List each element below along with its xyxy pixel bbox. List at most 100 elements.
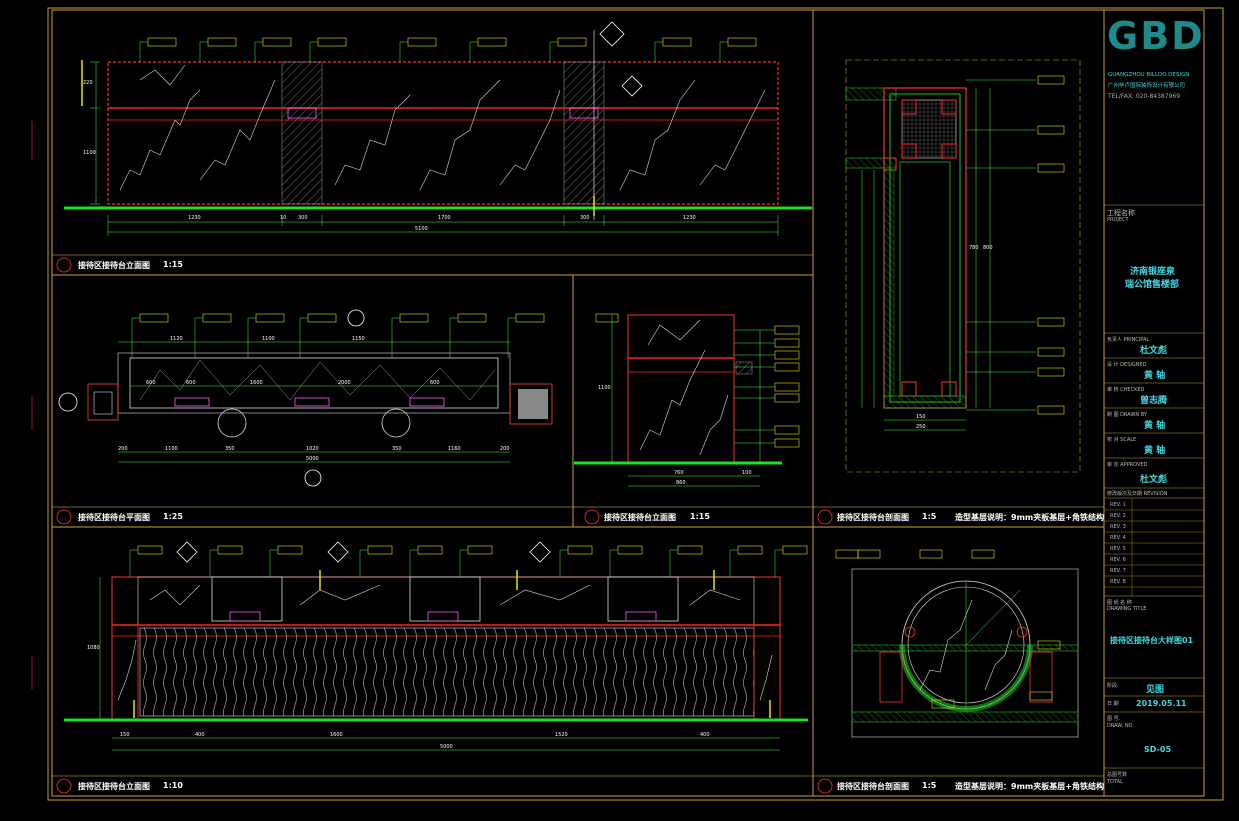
number-label-en: DRAW. NO.	[1107, 723, 1134, 729]
d2-bottom-dim-6: 1160	[448, 446, 461, 452]
d1-dim-total: 5100	[415, 226, 428, 232]
drawing-2-title: 接待区接待台平面图	[78, 513, 150, 522]
company-tel: TEL/FAX: 020-84387969	[1108, 93, 1181, 100]
date-value: 2019.05.11	[1136, 699, 1187, 708]
side-elevation-drawing	[574, 313, 800, 487]
rev-5: REV. 5	[1110, 546, 1126, 552]
rev-7: REV. 7	[1110, 568, 1126, 574]
d4-dim-1: 150	[916, 414, 926, 420]
d5-total-dim: 5000	[440, 744, 453, 750]
d5-dim-2: 400	[195, 732, 205, 738]
stage-value: 见图	[1146, 685, 1165, 695]
d1-dim-4: 1700	[438, 215, 451, 221]
drawing-6-note: 造型基层说明：9mm夹板基层+角铁结构	[955, 782, 1104, 791]
d3-dim-2: 100	[742, 470, 752, 476]
approved-label: 审 定 APPROVED	[1107, 462, 1148, 468]
section-drawing-1	[845, 59, 1081, 473]
company-name-en: GUANGZHOU BILLOO DESIGN	[1108, 72, 1190, 78]
drawing-5-title: 接待区接待台立面图	[78, 782, 150, 791]
d5-height-dim: 1080	[87, 645, 100, 651]
rev-2: REV. 2	[1110, 513, 1126, 519]
drawing-number: SD-05	[1144, 745, 1172, 754]
principal-label: 负责人 PRINCIPAL	[1107, 337, 1150, 343]
rev-3: REV. 3	[1110, 524, 1126, 530]
drawing-4-note: 造型基层说明：9mm夹板基层+角铁结构	[955, 513, 1104, 522]
number-label: 图 号.	[1107, 716, 1121, 722]
d2-inner-4: 2000	[338, 380, 351, 386]
d2-inner-5: 600	[430, 380, 440, 386]
d2-top-dim-2: 1100	[262, 336, 275, 342]
project-name-1: 济南银座泉	[1130, 267, 1176, 277]
scale-label: 校 对 SCALE	[1107, 437, 1137, 443]
d2-total-dim: 5000	[306, 456, 319, 462]
drawing-6-title: 接待区接待台剖面图	[837, 782, 909, 791]
rev-8: REV. 8	[1110, 579, 1126, 585]
stage-label: 阶段	[1107, 683, 1118, 689]
scale-name: 黄 轴	[1144, 446, 1166, 456]
d2-top-dim-3: 1150	[352, 336, 365, 342]
d2-bottom-dim-5: 350	[392, 446, 402, 452]
d4-dim-2: 250	[916, 424, 926, 430]
section-drawing-2	[835, 549, 1079, 738]
d2-inner-3: 1600	[250, 380, 263, 386]
d2-bottom-dim-3: 350	[225, 446, 235, 452]
total-label-en: TOTAL	[1107, 779, 1123, 785]
drawn-label: 制 图 DRAWN BY	[1107, 412, 1147, 418]
d2-inner-1: 600	[146, 380, 156, 386]
drawing-6-scale: 1:5	[922, 781, 937, 790]
elevation-drawing-1	[64, 21, 812, 236]
drawing-5-scale: 1:10	[163, 781, 183, 790]
d5-dim-1: 150	[120, 732, 130, 738]
rev-1: REV. 1	[1110, 502, 1126, 508]
d2-bottom-dim-2: 1100	[165, 446, 178, 452]
drawing-1-title: 接待区接待台立面图	[78, 261, 150, 270]
d1-height-1: 220	[83, 80, 93, 86]
company-logo: GBD	[1107, 14, 1205, 58]
d1-dim-5: 300	[580, 215, 590, 221]
drawing-3-title: 接待区接待台立面图	[604, 513, 676, 522]
d5-dim-3: 1600	[330, 732, 343, 738]
company-name-cn: 广州毕卢国际装饰设计有限公司	[1108, 83, 1186, 89]
project-name-2: 瑞公馆售楼部	[1125, 280, 1180, 290]
date-label: 日 期	[1107, 701, 1119, 707]
d2-inner-2: 600	[186, 380, 196, 386]
d4-height-1: 780	[969, 245, 979, 251]
drawing-3-scale: 1:15	[690, 512, 710, 521]
rev-6: REV. 6	[1110, 557, 1126, 563]
d1-dim-3: 300	[298, 215, 308, 221]
drawing-title: 接待区接待台大样图01	[1110, 636, 1194, 645]
drawing-sheet	[31, 7, 1224, 801]
drawing-1-scale: 1:15	[163, 260, 183, 269]
project-label-en: PROJECT	[1107, 217, 1129, 223]
revision-label: 修改版次及日期 REVISION	[1107, 491, 1168, 497]
check-label: 审 核 CHECKED	[1107, 387, 1145, 393]
d1-dim-6: 1230	[683, 215, 696, 221]
d2-bottom-dim-7: 200	[500, 446, 510, 452]
d1-dim-2: 10	[280, 215, 287, 221]
check-name: 曾志腾	[1140, 396, 1168, 406]
d3-height-dim: 1100	[598, 385, 611, 391]
d1-dim-1: 1230	[188, 215, 201, 221]
drawing-4-title: 接待区接待台剖面图	[837, 513, 909, 522]
design-name: 黄 轴	[1144, 371, 1166, 381]
rev-4: REV. 4	[1110, 535, 1126, 541]
d3-dim-3: 860	[676, 480, 686, 486]
d1-height-2: 1100	[83, 150, 96, 156]
total-label: 总图号数	[1107, 772, 1128, 778]
d4-height-2: 800	[983, 245, 993, 251]
approved-name: 杜文彪	[1140, 475, 1168, 485]
d3-dim-1: 760	[674, 470, 684, 476]
d2-bottom-dim-1: 200	[118, 446, 128, 452]
d5-dim-4: 1520	[555, 732, 568, 738]
d2-top-dim-1: 1120	[170, 336, 183, 342]
principal-name: 杜文彪	[1140, 346, 1168, 356]
d2-bottom-dim-4: 1020	[306, 446, 319, 452]
drawing-4-scale: 1:5	[922, 512, 937, 521]
d5-dim-5: 400	[700, 732, 710, 738]
design-label: 设 计 DESIGNED	[1107, 362, 1147, 368]
drawn-name: 黄 轴	[1144, 421, 1166, 431]
drawing-title-label: 图 纸 名 称	[1107, 600, 1132, 606]
drawing-2-scale: 1:25	[163, 512, 183, 521]
drawing-title-label-en: DRAWING TITLE	[1107, 606, 1147, 612]
elevation-drawing-2	[64, 541, 808, 751]
